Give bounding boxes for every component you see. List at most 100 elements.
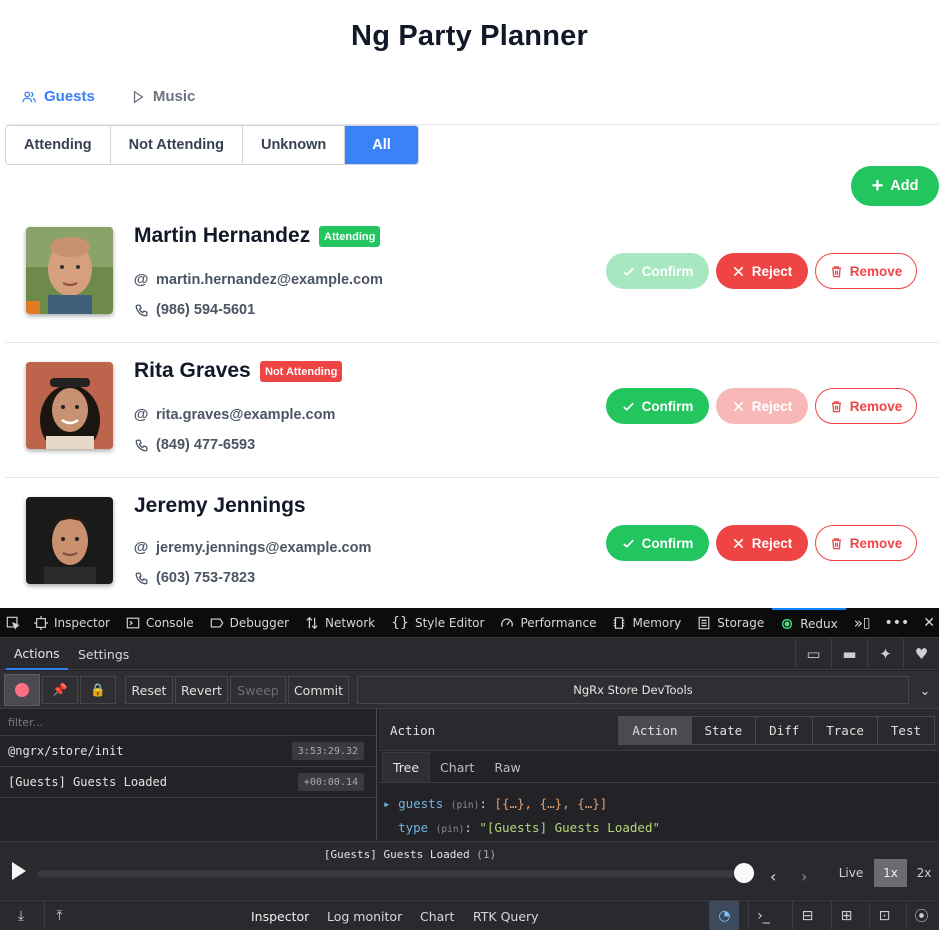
- chat-icon[interactable]: ▬: [831, 638, 867, 670]
- detail-tab-state[interactable]: State: [691, 716, 757, 745]
- phone-icon: [134, 304, 148, 317]
- slider-thumb[interactable]: [734, 863, 754, 883]
- guest-card: Jeremy Jennings @ jeremy.jennings@exampl…: [5, 478, 939, 608]
- action-filter-input[interactable]: filter...: [0, 709, 376, 736]
- revert-button[interactable]: Revert: [175, 676, 228, 704]
- commit-button[interactable]: Commit: [288, 676, 349, 704]
- action-tree: ▸ guests (pin): [{…}, {…}, {…}] type (pi…: [383, 793, 660, 841]
- devtools-tab-memory[interactable]: Memory: [604, 608, 689, 638]
- action-item[interactable]: [Guests] Guests Loaded +00:00.14: [0, 767, 376, 798]
- reset-button[interactable]: Reset: [125, 676, 173, 704]
- speed-1x[interactable]: 1x: [874, 859, 907, 887]
- layout-bottom-icon[interactable]: ⊡: [869, 901, 899, 930]
- timer-icon[interactable]: ◔: [709, 901, 739, 930]
- more-options-icon[interactable]: •••: [884, 615, 909, 631]
- filter-unknown[interactable]: Unknown: [242, 126, 346, 164]
- dock-icon[interactable]: ▯: [863, 615, 871, 631]
- add-guest-button[interactable]: + Add: [851, 166, 939, 206]
- record-icon: [15, 683, 29, 697]
- heart-icon[interactable]: ♥: [903, 638, 939, 670]
- devtools-tab-performance[interactable]: Performance: [492, 608, 604, 638]
- tab-label: Memory: [632, 615, 682, 630]
- nav-tab-music[interactable]: Music: [131, 88, 195, 105]
- previous-action-icon[interactable]: ‹: [770, 867, 776, 886]
- tree-row-guests[interactable]: ▸ guests (pin): [{…}, {…}, {…}]: [383, 793, 660, 817]
- lock-button[interactable]: 🔒: [80, 676, 116, 704]
- devtools-window-controls: ▯ ••• ✕: [863, 608, 935, 638]
- terminal-icon[interactable]: ›_: [748, 901, 778, 930]
- monitor-tab-log[interactable]: Log monitor: [327, 909, 402, 924]
- speed-live[interactable]: Live: [834, 859, 868, 887]
- confirm-button[interactable]: Confirm: [606, 253, 709, 289]
- layout-right-icon[interactable]: ⊞: [831, 901, 861, 930]
- remote-icon[interactable]: ⦿: [906, 901, 936, 930]
- devtools-tab-storage[interactable]: Storage: [689, 608, 772, 638]
- action-item[interactable]: @ngrx/store/init 3:53:29.32: [0, 736, 376, 767]
- next-action-icon[interactable]: ›: [801, 867, 807, 886]
- play-icon[interactable]: [11, 861, 27, 881]
- monitor-tab-inspector[interactable]: Inspector: [251, 909, 309, 924]
- sweep-button[interactable]: Sweep: [230, 676, 286, 704]
- confirm-button[interactable]: Confirm: [606, 388, 709, 424]
- nav-tab-guests[interactable]: Guests: [22, 88, 95, 105]
- monitor-tab-rtk-query[interactable]: RTK Query: [473, 909, 539, 924]
- pin-button[interactable]: 📌: [42, 676, 78, 704]
- devtools-tab-debugger[interactable]: Debugger: [202, 608, 297, 638]
- devtools-tab-style-editor[interactable]: {} Style Editor: [383, 608, 492, 638]
- tree-key: type: [398, 820, 429, 835]
- export-icon[interactable]: ⤒: [44, 901, 74, 930]
- detail-tab-trace[interactable]: Trace: [813, 716, 878, 745]
- action-list: filter... @ngrx/store/init 3:53:29.32 [G…: [0, 709, 377, 840]
- book-icon[interactable]: ▭: [795, 638, 831, 670]
- pick-element-icon: [6, 616, 20, 630]
- confirm-label: Confirm: [641, 535, 694, 551]
- reject-button[interactable]: Reject: [716, 253, 808, 289]
- view-tab-chart[interactable]: Chart: [430, 752, 484, 782]
- main-nav: Guests Music: [22, 88, 195, 105]
- layout-left-icon[interactable]: ⊟: [792, 901, 822, 930]
- add-button-label: Add: [890, 178, 919, 194]
- detail-tab-diff[interactable]: Diff: [756, 716, 814, 745]
- play-icon: [133, 90, 144, 103]
- reject-button[interactable]: Reject: [716, 525, 808, 561]
- view-tab-raw[interactable]: Raw: [484, 752, 530, 782]
- detail-tab-action[interactable]: Action: [618, 716, 692, 745]
- network-icon: [306, 616, 318, 629]
- action-count: (1): [476, 848, 497, 861]
- twitter-icon[interactable]: ✦: [867, 638, 903, 670]
- pick-element-button[interactable]: [0, 608, 26, 638]
- pin-icon: 📌: [52, 682, 68, 697]
- devtools-tab-console[interactable]: Console: [118, 608, 202, 638]
- remove-button[interactable]: Remove: [815, 525, 917, 561]
- store-instance-select[interactable]: NgRx Store DevTools: [357, 676, 909, 704]
- close-icon[interactable]: ✕: [923, 615, 935, 631]
- pin-link[interactable]: (pin): [451, 800, 480, 811]
- guest-name: Martin Hernandez: [134, 224, 311, 247]
- filter-attending[interactable]: Attending: [6, 126, 111, 164]
- speed-2x[interactable]: 2x: [910, 859, 938, 887]
- import-icon[interactable]: ⤓: [6, 901, 36, 930]
- remove-button[interactable]: Remove: [815, 253, 917, 289]
- reject-button[interactable]: Reject: [716, 388, 808, 424]
- devtools-tab-redux[interactable]: Redux: [772, 608, 846, 638]
- detail-tab-test[interactable]: Test: [877, 716, 935, 745]
- subtab-settings[interactable]: Settings: [78, 638, 129, 670]
- lock-icon: 🔒: [90, 682, 106, 697]
- filter-all[interactable]: All: [345, 126, 418, 164]
- subtab-actions[interactable]: Actions: [6, 638, 68, 670]
- record-button[interactable]: [4, 674, 40, 706]
- users-icon: [22, 90, 36, 102]
- view-tab-tree[interactable]: Tree: [382, 752, 431, 782]
- pin-link[interactable]: (pin): [436, 824, 465, 835]
- confirm-button[interactable]: Confirm: [606, 525, 709, 561]
- monitor-tab-chart[interactable]: Chart: [420, 909, 454, 924]
- expand-arrow-icon[interactable]: ▸: [383, 796, 398, 811]
- timeline-slider[interactable]: [36, 868, 756, 878]
- chevron-down-icon[interactable]: ⌄: [911, 676, 939, 704]
- remove-button[interactable]: Remove: [815, 388, 917, 424]
- tab-label: Style Editor: [414, 615, 485, 630]
- filter-not-attending[interactable]: Not Attending: [110, 126, 243, 164]
- tree-value: [{…}, {…}, {…}]: [494, 796, 608, 811]
- devtools-tab-inspector[interactable]: Inspector: [26, 608, 118, 638]
- devtools-tab-network[interactable]: Network: [297, 608, 383, 638]
